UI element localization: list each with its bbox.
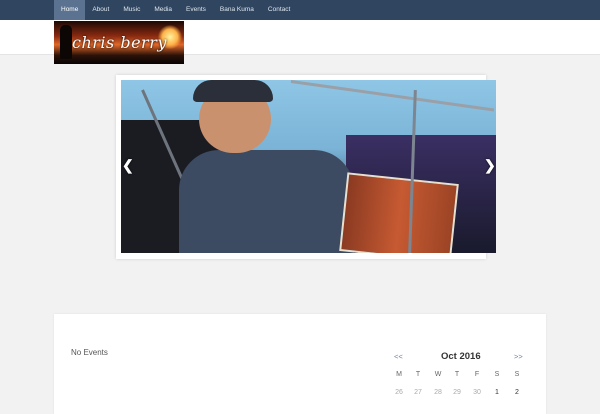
nav-item-music[interactable]: Music [116,0,147,20]
calendar-weekday-sun: S [514,371,520,378]
calendar-weekday-wed: W [434,371,442,378]
calendar-month-title: Oct 2016 [441,351,481,362]
calendar-day[interactable]: 1 [491,389,503,396]
calendar-day[interactable]: 2 [511,389,523,396]
calendar-day[interactable]: 29 [451,389,463,396]
chevron-left-icon[interactable]: ❮ [122,158,134,172]
nav-menu: Home About Music Media Events Bana Kuma … [54,0,297,20]
nav-item-home[interactable]: Home [54,0,86,20]
chevron-right-icon[interactable]: ❯ [484,158,496,172]
calendar-next-month-button[interactable]: >> [514,352,523,361]
slide-mic-boom [290,80,495,112]
events-section-card [54,314,546,414]
top-navigation-bar: Home About Music Media Events Bana Kuma … [0,0,600,20]
calendar-weekday-sat: S [494,371,500,378]
no-events-message: No Events [71,348,108,357]
calendar-day[interactable]: 26 [393,389,405,396]
calendar-day[interactable]: 30 [471,389,483,396]
nav-item-media[interactable]: Media [147,0,179,20]
calendar-weekday-tue: T [415,371,421,378]
nav-item-contact[interactable]: Contact [261,0,297,20]
nav-item-about[interactable]: About [85,0,116,20]
slide-accordion [339,172,459,253]
calendar-day[interactable]: 27 [412,389,424,396]
calendar-weekday-mon: M [396,371,402,378]
logo-silhouette-graphic [60,25,72,59]
nav-item-events[interactable]: Events [179,0,213,20]
calendar-weekday-thu: T [454,371,460,378]
logo-text: chris berry [72,33,167,52]
slide-musician-cap [193,80,273,102]
calendar-weekday-fri: F [474,371,480,378]
nav-item-bana-kuma[interactable]: Bana Kuma [213,0,261,20]
calendar-day[interactable]: 28 [432,389,444,396]
slider-image-musician-with-accordion [121,80,496,253]
site-logo[interactable]: chris berry [54,21,184,64]
slide-musician-body [179,150,354,253]
calendar-prev-month-button[interactable]: << [394,352,403,361]
